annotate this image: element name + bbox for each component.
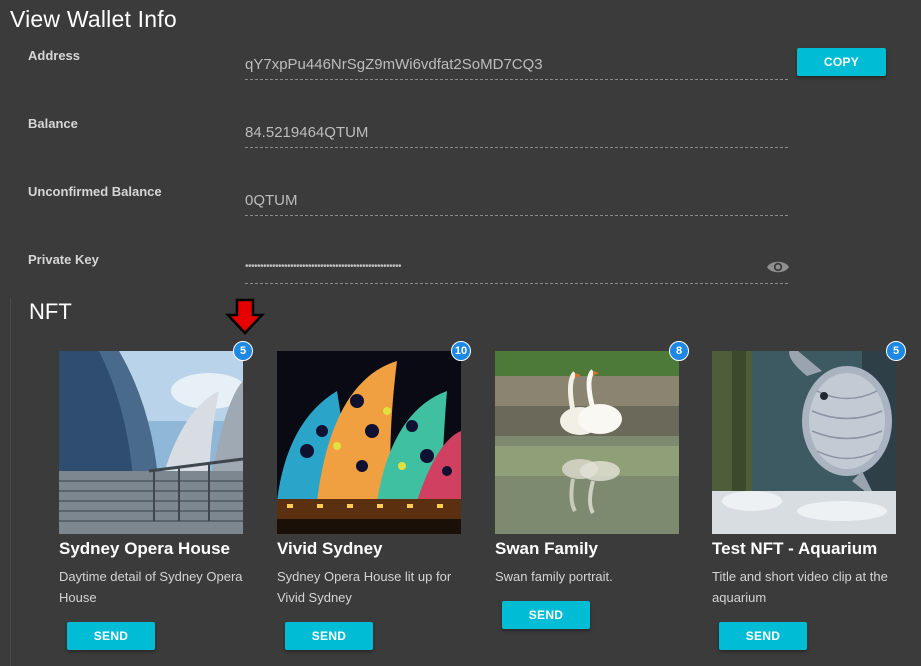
nft-count-badge: 5 [233,341,253,361]
nft-image-swan-family[interactable] [495,351,679,534]
address-label: Address [28,48,81,63]
address-value[interactable]: qY7xpPu446NrSgZ9mWi6vdfat2SoMD7CQ3 [245,50,788,80]
nft-name: Vivid Sydney [277,539,383,558]
unconfirmed-balance-label: Unconfirmed Balance [28,184,162,199]
nft-count-badge: 8 [669,341,689,361]
nft-name: Test NFT - Aquarium [712,539,878,558]
nft-count-badge: 5 [886,341,906,361]
nft-description: Title and short video clip at the aquari… [712,569,888,605]
section-divider [10,298,11,666]
nft-section-title: NFT [29,299,72,324]
nft-description: Daytime detail of Sydney Opera House [59,569,243,605]
send-button[interactable]: SEND [285,622,373,650]
nft-description: Swan family portrait. [495,569,613,584]
send-button[interactable]: SEND [719,622,807,650]
nft-description: Sydney Opera House lit up for Vivid Sydn… [277,569,452,605]
eye-icon[interactable] [766,258,790,276]
red-down-arrow-icon [225,298,265,335]
send-button[interactable]: SEND [67,622,155,650]
copy-button[interactable]: COPY [797,48,886,76]
nft-image-opera-house[interactable] [59,351,243,534]
page-title: View Wallet Info [10,6,177,32]
nft-image-vivid-sydney[interactable] [277,351,461,534]
send-button[interactable]: SEND [502,601,590,629]
balance-label: Balance [28,116,78,131]
nft-count-badge: 10 [451,341,471,361]
private-key-label: Private Key [28,252,99,267]
nft-name: Swan Family [495,539,598,558]
private-key-value[interactable]: ••••••••••••••••••••••••••••••••••••••••… [245,254,788,284]
nft-name: Sydney Opera House [59,539,231,558]
balance-value: 84.5219464QTUM [245,118,788,148]
nft-image-aquarium[interactable] [712,351,896,534]
unconfirmed-balance-value: 0QTUM [245,186,788,216]
